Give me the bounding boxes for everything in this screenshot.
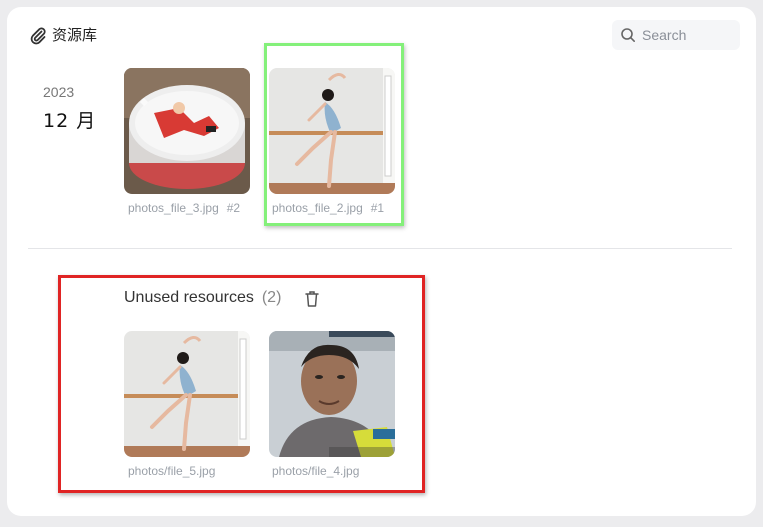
thumbnail-caption: photos_file_2.jpg #1	[272, 201, 384, 215]
search-input[interactable]: Search	[612, 20, 740, 50]
timeline-month: 12 月	[43, 110, 97, 132]
timeline-year: 2023	[43, 84, 75, 100]
unused-thumbnail-portrait[interactable]	[269, 331, 395, 457]
unused-count: (2)	[261, 289, 282, 306]
file-ref: #1	[370, 201, 385, 215]
file-name: photos_file_2.jpg	[272, 201, 363, 215]
file-ref: #2	[226, 201, 241, 215]
thumbnail-caption: photos_file_3.jpg #2	[128, 201, 240, 215]
section-divider	[28, 248, 732, 249]
resource-thumbnail-dancer[interactable]	[269, 68, 395, 194]
file-name: photos/file_5.jpg	[128, 464, 216, 478]
file-name: photos_file_3.jpg	[128, 201, 219, 215]
thumbnail-caption: photos/file_5.jpg	[128, 464, 215, 478]
paperclip-icon	[28, 25, 48, 45]
panel-header: 资源库	[28, 24, 97, 45]
unused-thumbnail-dancer[interactable]	[124, 331, 250, 457]
unused-title: Unused resources	[124, 289, 254, 306]
delete-unused-button[interactable]	[304, 290, 320, 308]
panel-title: 资源库	[52, 26, 98, 44]
search-placeholder: Search	[642, 27, 687, 43]
file-name: photos/file_4.jpg	[272, 464, 360, 478]
resource-thumbnail-cake[interactable]	[124, 68, 250, 194]
thumbnail-caption: photos/file_4.jpg	[272, 464, 359, 478]
unused-section-header: Unused resources (2)	[124, 289, 281, 307]
trash-icon	[304, 290, 320, 308]
search-icon	[620, 27, 636, 43]
